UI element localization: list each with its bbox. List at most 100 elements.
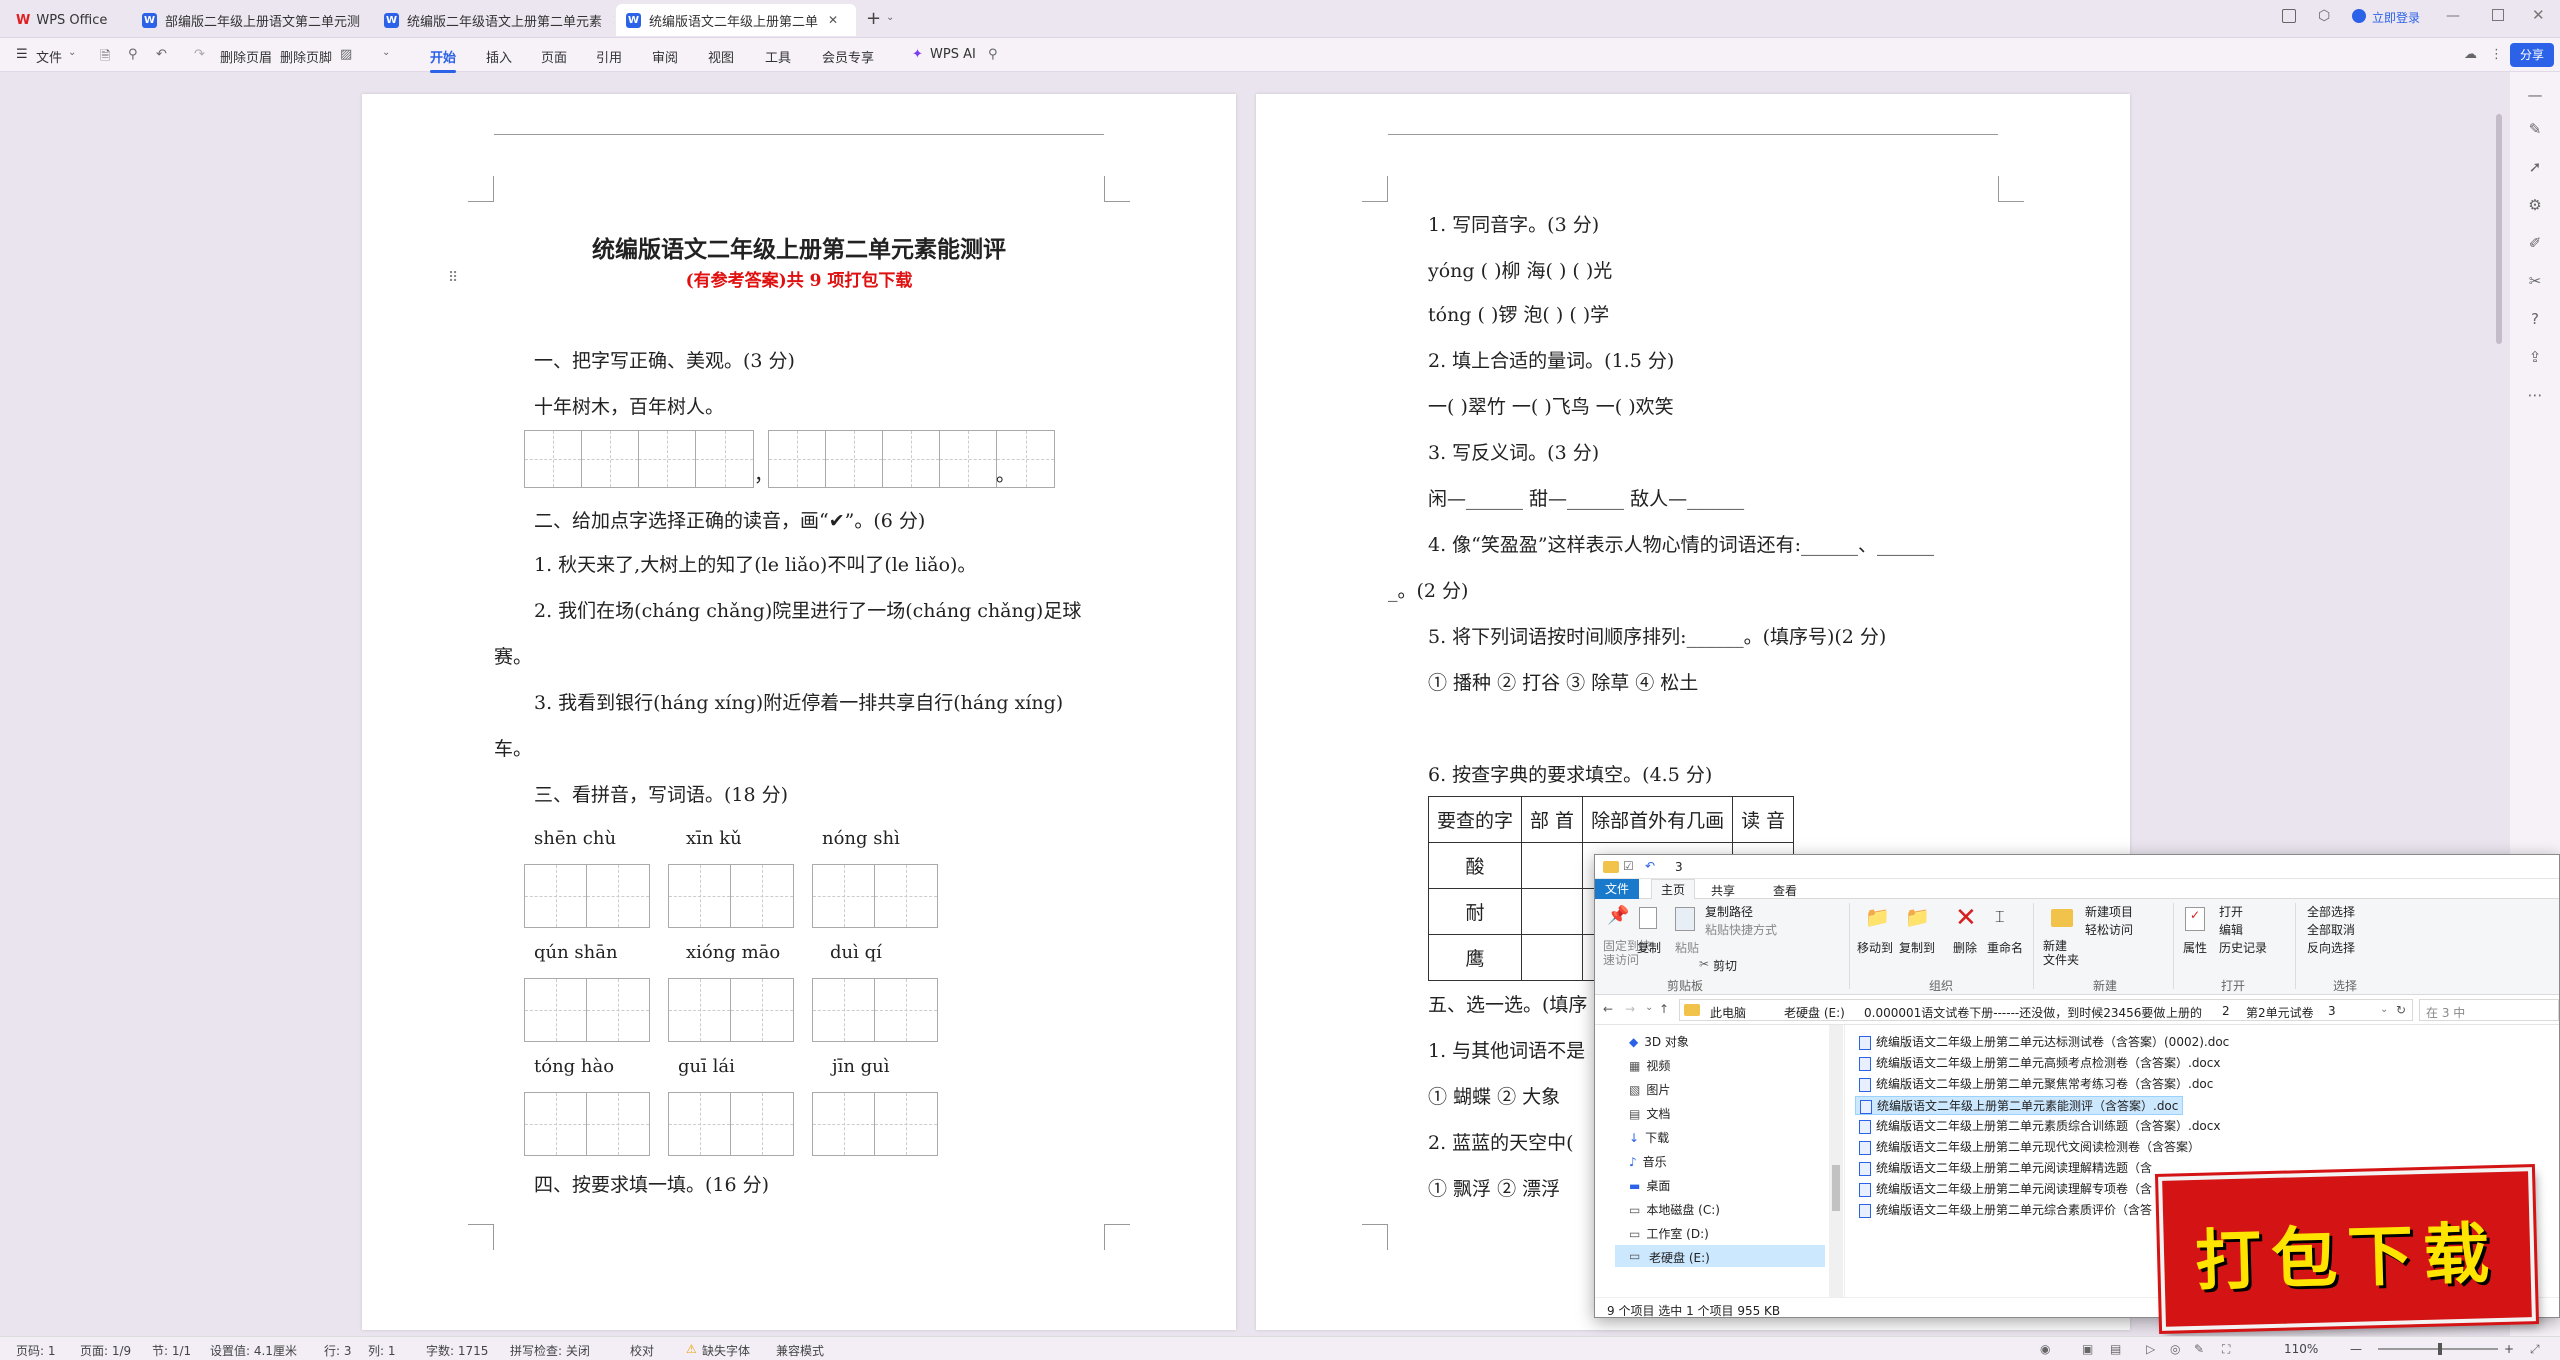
word-grid[interactable] — [668, 1092, 794, 1156]
nav-item[interactable]: ▤ 文档 — [1629, 1105, 1670, 1122]
tab-review[interactable]: 审阅 — [652, 47, 678, 66]
undo-icon[interactable]: ↶ — [1645, 859, 1655, 873]
easy-access-button[interactable]: 轻松访问 — [2085, 921, 2133, 938]
zoom-out-icon[interactable]: — — [2350, 1342, 2362, 1356]
word-grid[interactable] — [812, 978, 938, 1042]
select-icon[interactable]: ➚ — [2525, 158, 2545, 178]
open-button[interactable]: 打开 — [2219, 903, 2243, 920]
section-info[interactable]: 节: 1/1 — [152, 1342, 191, 1359]
path-segment[interactable]: 0.000001语文试卷下册------还没做，到时候23456要做 — [1864, 1004, 2165, 1021]
copy-icon[interactable] — [1639, 907, 1657, 929]
properties-icon[interactable]: ✓ — [2185, 907, 2205, 931]
paste-icon[interactable] — [1675, 907, 1695, 931]
rename-button[interactable]: 重命名 — [1987, 939, 2023, 956]
compat-mode[interactable]: 兼容模式 — [776, 1342, 824, 1359]
path-segment[interactable]: 上册的 — [2166, 1004, 2202, 1021]
tab-view[interactable]: 视图 — [708, 47, 734, 66]
setting-value[interactable]: 设置值: 4.1厘米 — [210, 1342, 297, 1359]
new-folder-button[interactable]: 新建 文件夹 — [2043, 939, 2079, 967]
col-info[interactable]: 列: 1 — [368, 1342, 396, 1359]
file-row[interactable]: 统编版语文二年级上册第二单元阅读理解专项卷（含 — [1855, 1180, 2156, 1199]
proofread[interactable]: 校对 — [630, 1342, 654, 1359]
zoom-slider-thumb[interactable] — [2438, 1343, 2442, 1355]
menu-icon[interactable]: ☰ — [16, 47, 28, 62]
word-grid[interactable] — [524, 864, 650, 928]
tab-member[interactable]: 会员专享 — [822, 47, 874, 66]
word-grid[interactable] — [668, 864, 794, 928]
delete-footer-button[interactable]: 删除页脚 — [280, 47, 332, 66]
nav-item[interactable]: ◆ 3D 对象 — [1629, 1033, 1689, 1050]
tab-page[interactable]: 页面 — [541, 47, 567, 66]
fullscreen-icon[interactable]: ⤢ — [2530, 1342, 2540, 1357]
pin-icon[interactable]: 📌 — [1607, 905, 1629, 926]
eye-icon[interactable]: ◉ — [2040, 1342, 2050, 1356]
forward-icon[interactable]: → — [1625, 1002, 1635, 1016]
file-row[interactable]: 统编版语文二年级上册第二单元聚焦常考练习卷（含答案）.doc — [1855, 1075, 2217, 1094]
tab-document-1[interactable]: W 部编版二年级上册语文第二单元测 — [132, 4, 372, 36]
edit-icon[interactable]: ✐ — [2525, 234, 2545, 254]
cube-icon[interactable]: ⬡ — [2318, 8, 2330, 24]
quick-access-icon[interactable]: ☑ — [1623, 859, 1634, 873]
file-row[interactable]: 统编版语文二年级上册第二单元阅读理解精选题（含 — [1855, 1159, 2156, 1178]
collapse-icon[interactable]: — — [2525, 86, 2545, 106]
window-layout-icon[interactable] — [2282, 9, 2296, 23]
path-segment[interactable]: 2 — [2222, 1004, 2230, 1018]
copy-to-icon[interactable]: 📁 — [1905, 905, 1930, 929]
nav-item[interactable]: ▧ 图片 — [1629, 1081, 1670, 1098]
file-row[interactable]: 统编版语文二年级上册第二单元达标测试卷（含答案）(0002).doc — [1855, 1033, 2233, 1052]
copy-to-button[interactable]: 复制到 — [1899, 939, 1935, 956]
cut-button[interactable]: 剪切 — [1713, 957, 1737, 974]
edit-button[interactable]: 编辑 — [2219, 921, 2243, 938]
settings-icon[interactable]: ⚙ — [2525, 196, 2545, 216]
missing-font[interactable]: 缺失字体 — [702, 1342, 750, 1359]
scrollbar-thumb[interactable] — [2496, 114, 2502, 344]
close-icon[interactable]: ✕ — [828, 13, 838, 27]
search-box[interactable]: 在 3 中 — [2419, 999, 2559, 1021]
share-button[interactable]: 分享 — [2510, 43, 2554, 67]
file-row[interactable]: 统编版语文二年级上册第二单元素能测评（含答案）.doc — [1855, 1096, 2184, 1115]
chevron-down-icon[interactable]: ⌄ — [68, 47, 76, 58]
file-row[interactable]: 统编版语文二年级上册第二单元现代文阅读检测卷（含答案） — [1855, 1138, 2204, 1157]
tab-wps-office[interactable]: W WPS Office — [6, 4, 130, 36]
spell-check[interactable]: 拼写检查: 关闭 — [510, 1342, 590, 1359]
back-icon[interactable]: ← — [1603, 1002, 1613, 1016]
copy-path-button[interactable]: 复制路径 — [1705, 903, 1753, 920]
fit-icon[interactable]: ⛶ — [2222, 1342, 2230, 1357]
path-segment[interactable]: 此电脑 — [1710, 1004, 1746, 1021]
paste-button[interactable]: 粘贴 — [1675, 939, 1699, 956]
zoom-level[interactable]: 110% — [2284, 1342, 2318, 1356]
nav-item[interactable]: ♪ 音乐 — [1629, 1153, 1667, 1170]
path-segment[interactable]: 第2单元试卷 — [2246, 1004, 2314, 1021]
writing-grid[interactable] — [524, 430, 754, 488]
word-grid[interactable] — [524, 1092, 650, 1156]
web-view-icon[interactable]: ▤ — [2110, 1342, 2121, 1356]
new-item-button[interactable]: 新建项目 — [2085, 903, 2133, 920]
tab-tools[interactable]: 工具 — [765, 47, 791, 66]
chevron-down-icon[interactable]: ⌄ — [2380, 1004, 2388, 1015]
file-row[interactable]: 统编版语文二年级上册第二单元素质综合训练题（含答案）.docx — [1855, 1117, 2224, 1136]
chevron-down-icon[interactable]: ⌄ — [382, 47, 390, 58]
nav-item-selected[interactable]: ▭ 老硬盘 (E:) — [1615, 1245, 1825, 1267]
find-icon[interactable]: ⚲ — [128, 47, 138, 62]
nav-item[interactable]: ▦ 视频 — [1629, 1057, 1670, 1074]
invert-selection-button[interactable]: 反向选择 — [2307, 939, 2355, 956]
scrollbar[interactable] — [1829, 1025, 1843, 1297]
chevron-down-icon[interactable]: ⌄ — [1645, 1002, 1653, 1013]
up-icon[interactable]: ↑ — [1659, 1002, 1669, 1016]
select-none-button[interactable]: 全部取消 — [2307, 921, 2355, 938]
word-grid[interactable] — [524, 978, 650, 1042]
more-icon[interactable]: ⋯ — [2525, 386, 2545, 406]
menu-file[interactable]: 文件 — [1595, 879, 1639, 899]
menu-view[interactable]: 查看 — [1773, 882, 1797, 899]
file-row[interactable]: 统编版语文二年级上册第二单元综合素质评价（含答 — [1855, 1201, 2156, 1220]
nav-item[interactable]: ↓ 下载 — [1629, 1129, 1669, 1146]
login-link[interactable]: 立即登录 — [2372, 9, 2420, 26]
word-count[interactable]: 字数: 1715 — [426, 1342, 488, 1359]
chevron-down-icon[interactable]: ⌄ — [886, 12, 894, 23]
delete-header-button[interactable]: 删除页眉 — [220, 47, 272, 66]
cloud-icon[interactable]: ☁ — [2464, 47, 2477, 62]
menu-share[interactable]: 共享 — [1711, 882, 1735, 899]
tab-document-3[interactable]: W 统编版语文二年级上册第二单 ✕ — [616, 4, 856, 36]
redo-icon[interactable]: ↷ — [194, 47, 205, 62]
close-icon[interactable]: ✕ — [612, 13, 614, 27]
